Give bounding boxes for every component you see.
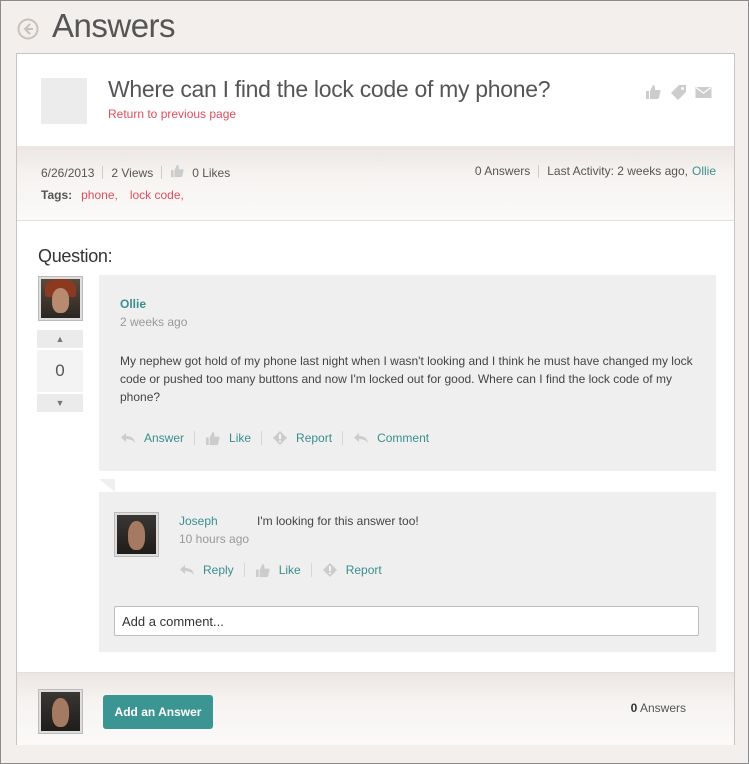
avatar[interactable] bbox=[38, 276, 83, 321]
comments-section: Joseph I'm looking for this answer too! … bbox=[99, 492, 716, 652]
flag-icon bbox=[322, 563, 337, 577]
thumbs-up-icon bbox=[205, 431, 220, 445]
post-time: 2 weeks ago bbox=[120, 315, 188, 329]
envelope-icon[interactable] bbox=[695, 84, 712, 100]
reply-label: Reply bbox=[203, 563, 234, 577]
footer-answers-count: 0 Answers bbox=[631, 701, 686, 715]
comment-report-action[interactable]: Report bbox=[322, 562, 382, 578]
likes-thumbs-icon bbox=[170, 164, 185, 181]
like-label: Like bbox=[229, 431, 252, 445]
question-date: 6/26/2013 bbox=[41, 165, 95, 180]
tags-label: Tags: bbox=[41, 188, 73, 202]
question-section-label: Question: bbox=[38, 246, 113, 266]
avatar[interactable] bbox=[38, 689, 83, 734]
reply-action[interactable]: Reply bbox=[179, 563, 234, 577]
thumbs-up-icon[interactable] bbox=[645, 84, 662, 100]
vote-widget: ▲ 0 ▼ bbox=[37, 330, 83, 414]
report-label: Report bbox=[296, 431, 333, 445]
return-link[interactable]: Return to previous page bbox=[108, 107, 236, 121]
post-author[interactable]: Ollie bbox=[120, 297, 146, 311]
report-action[interactable]: Report bbox=[272, 430, 332, 446]
comment-action[interactable]: Comment bbox=[353, 431, 429, 445]
comment-like-label: Like bbox=[278, 563, 301, 577]
question-likes: 0 Likes bbox=[192, 165, 231, 180]
post-body: My nephew got hold of my phone last nigh… bbox=[120, 354, 693, 404]
last-activity: Last Activity: 2 weeks ago, bbox=[547, 164, 688, 178]
comment-notch bbox=[99, 479, 115, 492]
answer-action[interactable]: Answer bbox=[120, 431, 184, 445]
page-title: Answers bbox=[52, 7, 176, 44]
question-actions bbox=[645, 84, 712, 100]
flag-icon bbox=[273, 431, 288, 445]
back-arrow-icon[interactable] bbox=[17, 18, 39, 40]
add-answer-button[interactable]: Add an Answer bbox=[103, 695, 213, 729]
tags-row: Tags: phone, lock code, bbox=[41, 188, 190, 202]
question-thumbnail bbox=[41, 78, 87, 124]
tag-phone[interactable]: phone, bbox=[81, 188, 118, 202]
tag-lock-code[interactable]: lock code, bbox=[130, 188, 184, 202]
reply-arrow-icon bbox=[121, 433, 135, 443]
avatar[interactable] bbox=[114, 512, 159, 557]
last-activity-user[interactable]: Ollie bbox=[692, 164, 716, 178]
comment-like-action[interactable]: Like bbox=[255, 563, 301, 578]
footer-answers-number: 0 bbox=[630, 701, 638, 715]
tag-icon[interactable] bbox=[670, 84, 687, 100]
question-views: 2 Views bbox=[111, 165, 154, 180]
comment-time: 10 hours ago bbox=[179, 532, 250, 546]
add-comment-input[interactable] bbox=[114, 606, 699, 636]
like-action[interactable]: Like bbox=[205, 431, 251, 446]
vote-down-button[interactable]: ▼ bbox=[37, 394, 83, 412]
page-header: Answers bbox=[1, 1, 748, 53]
reply-arrow-icon bbox=[354, 433, 369, 443]
question-answers-count: 0 Answers bbox=[474, 164, 531, 178]
comment-actions: Reply Like Report bbox=[179, 562, 382, 578]
thumbs-up-icon bbox=[255, 563, 270, 577]
vote-up-button[interactable]: ▲ bbox=[37, 330, 83, 348]
comment-report-label: Report bbox=[345, 563, 382, 577]
vote-count: 0 bbox=[37, 350, 83, 392]
reply-arrow-icon bbox=[180, 565, 194, 575]
footer-answers-label: Answers bbox=[639, 701, 686, 715]
question-card: Where can I find the lock code of my pho… bbox=[16, 53, 735, 745]
comment-text: I'm looking for this answer too! bbox=[257, 514, 419, 528]
answer-label: Answer bbox=[144, 431, 185, 445]
answer-footer: Add an Answer 0 Answers bbox=[17, 672, 734, 745]
question-meta: 6/26/2013 2 Views 0 Likes 0 Answers Last… bbox=[17, 146, 734, 221]
comment-author[interactable]: Joseph bbox=[179, 514, 218, 528]
question-title: Where can I find the lock code of my pho… bbox=[108, 76, 551, 102]
post-actions: Answer Like Report Comment bbox=[120, 430, 429, 446]
question-post: Ollie 2 weeks ago My nephew got hold of … bbox=[99, 275, 716, 471]
comment-label: Comment bbox=[377, 431, 430, 445]
